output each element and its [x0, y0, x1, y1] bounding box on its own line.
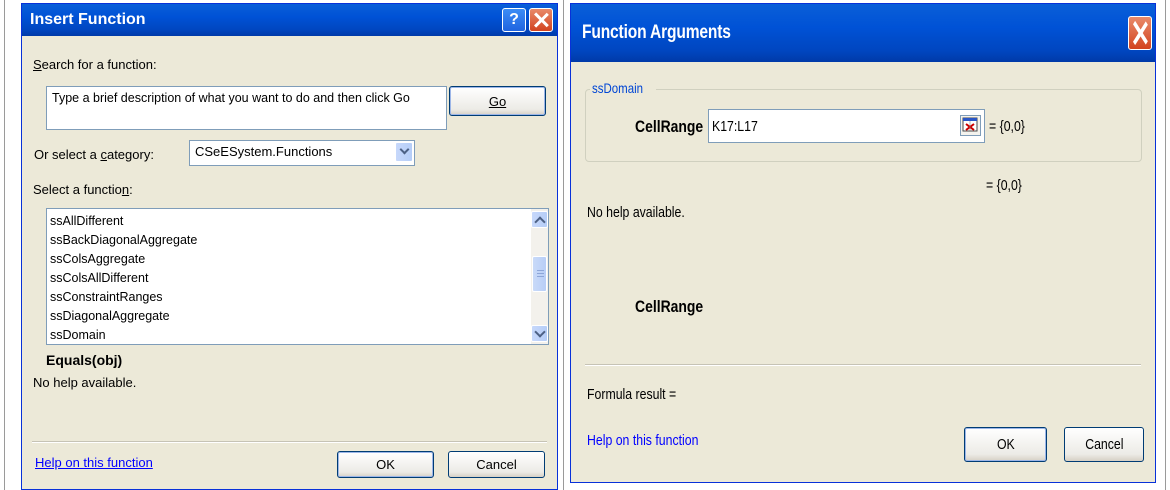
frame-line-left: [4, 0, 5, 490]
function-list[interactable]: ssAllDifferent ssBackDiagonalAggregate s…: [46, 208, 549, 345]
chevron-down-icon[interactable]: [395, 142, 413, 162]
ok-button[interactable]: OK: [964, 427, 1047, 462]
scroll-up-icon[interactable]: [531, 211, 548, 228]
go-button-label: Go: [488, 93, 507, 109]
frame-line-middle: [563, 0, 564, 490]
help-on-function-link[interactable]: Help on this function: [587, 432, 723, 449]
function-result: = {0,0}: [986, 177, 1022, 194]
divider: [585, 364, 1141, 366]
list-item[interactable]: ssDomain: [47, 326, 548, 344]
help-on-function-link[interactable]: Help on this function: [35, 455, 153, 470]
formula-result-label: Formula result =: [587, 386, 677, 403]
list-item[interactable]: ssDiagonalAggregate: [47, 307, 548, 326]
group-label: ssDomain: [590, 80, 657, 96]
go-button[interactable]: Go: [449, 86, 546, 116]
function-description: No help available.: [33, 375, 137, 390]
function-signature: Equals(obj): [46, 352, 123, 368]
ok-button[interactable]: OK: [337, 451, 434, 478]
list-item[interactable]: ssBackDiagonalAggregate: [47, 231, 548, 250]
search-input[interactable]: Type a brief description of what you wan…: [46, 86, 447, 130]
help-icon[interactable]: ?: [502, 8, 526, 32]
function-arguments-dialog: Function Arguments ssDomain CellRange K1…: [570, 3, 1156, 483]
cellrange-input[interactable]: K17:L17: [708, 109, 985, 143]
function-arguments-title: Function Arguments: [582, 22, 731, 43]
argument-result: = {0,0}: [989, 118, 1025, 135]
function-arguments-titlebar[interactable]: Function Arguments: [571, 4, 1155, 62]
close-icon[interactable]: [529, 8, 553, 32]
search-label: Search for a function:: [33, 57, 157, 72]
argument-help-name: CellRange: [635, 297, 704, 316]
category-value: CSeESystem.Functions: [195, 144, 333, 159]
close-icon[interactable]: [1128, 16, 1152, 50]
list-item[interactable]: ssConstraintRanges: [47, 288, 548, 307]
insert-function-dialog: Insert Function ? Search for a function:…: [21, 3, 558, 490]
insert-function-titlebar[interactable]: Insert Function ?: [22, 4, 557, 36]
insert-function-title: Insert Function: [30, 11, 146, 28]
list-item[interactable]: ssColsAllDifferent: [47, 269, 548, 288]
ok-button-label: OK: [376, 457, 395, 472]
cancel-button[interactable]: Cancel: [448, 451, 545, 478]
category-select[interactable]: CSeESystem.Functions: [189, 140, 415, 166]
scroll-thumb[interactable]: [532, 256, 547, 292]
function-list-scrollbar[interactable]: [531, 209, 548, 344]
function-help-text: No help available.: [587, 204, 685, 221]
cancel-button-label: Cancel: [476, 457, 517, 472]
category-label: Or select a category:: [34, 147, 154, 162]
search-label-text: earch for a function:: [41, 57, 157, 72]
list-item[interactable]: ssColsAggregate: [47, 250, 548, 269]
collapse-dialog-icon[interactable]: [960, 115, 981, 136]
select-function-label: Select a function:: [33, 182, 133, 197]
cancel-button[interactable]: Cancel: [1064, 427, 1144, 462]
divider: [32, 441, 547, 443]
frame-line-right: [1165, 0, 1166, 490]
list-item[interactable]: ssAllDifferent: [47, 212, 548, 231]
scroll-down-icon[interactable]: [531, 325, 548, 342]
argument-label: CellRange: [635, 117, 704, 136]
